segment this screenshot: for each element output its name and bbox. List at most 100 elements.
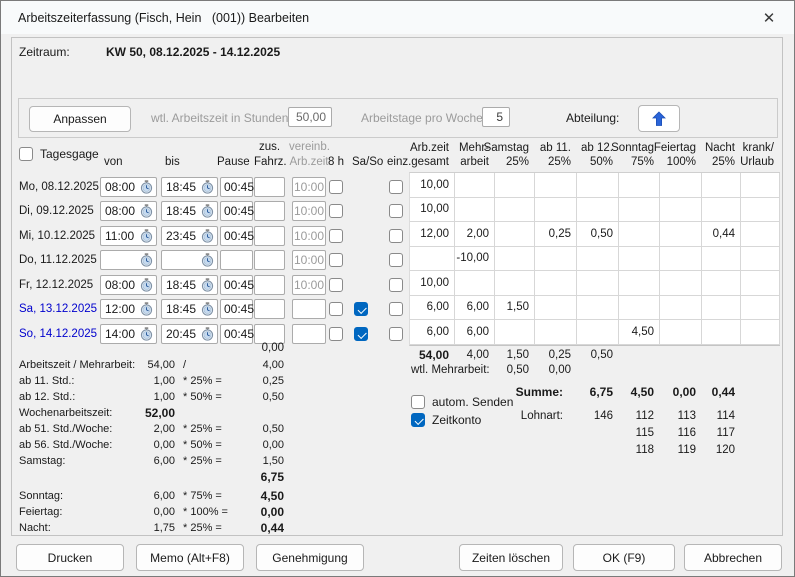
von-input[interactable]: 08:00 xyxy=(100,275,157,295)
table-cell xyxy=(455,197,495,222)
checkbox-8h[interactable] xyxy=(329,302,343,316)
anpassen-button[interactable]: Anpassen xyxy=(29,106,131,132)
close-icon[interactable]: ✕ xyxy=(752,4,786,31)
von-input[interactable] xyxy=(100,250,157,270)
von-value: 14:00 xyxy=(105,327,136,341)
vereinb-input[interactable]: 10:00 xyxy=(292,250,326,270)
vereinb-input[interactable]: 10:00 xyxy=(292,226,326,246)
summary-result: 4,50 xyxy=(260,489,284,503)
checkbox-einz[interactable] xyxy=(389,229,403,243)
total-cell xyxy=(659,347,701,363)
checkbox-einz[interactable] xyxy=(389,278,403,292)
table-cell xyxy=(495,173,535,198)
tagesgage-checkbox-box[interactable] xyxy=(19,147,33,161)
vereinb-input[interactable]: 10:00 xyxy=(292,177,326,197)
abbrechen-button[interactable]: Abbrechen xyxy=(684,544,782,571)
summary-label: ab 56. Std./Woche: xyxy=(19,439,113,451)
stopwatch-icon[interactable] xyxy=(201,229,214,243)
vereinb-input[interactable]: 10:00 xyxy=(292,275,326,295)
vereinb-input[interactable] xyxy=(292,324,326,344)
checkbox-8h[interactable] xyxy=(329,278,343,292)
table-cell xyxy=(535,173,577,198)
pause-input[interactable]: 00:45 xyxy=(220,201,254,221)
bis-input[interactable] xyxy=(161,250,218,270)
wtl-mehrarbeit-label: wtl. Mehrarbeit: xyxy=(411,364,490,376)
table-header: Urlaub xyxy=(740,156,774,168)
pause-input[interactable]: 00:45 xyxy=(220,177,254,197)
fahrz-input[interactable] xyxy=(254,299,285,319)
checkbox-einz[interactable] xyxy=(389,327,403,341)
lohnart-value: 117 xyxy=(716,426,735,439)
stopwatch-icon[interactable] xyxy=(201,327,214,341)
title-bar: Arbeitszeiterfassung (Fisch, Hein (001))… xyxy=(1,1,794,34)
bis-input[interactable]: 23:45 xyxy=(161,226,218,246)
bis-input[interactable]: 20:45 xyxy=(161,324,218,344)
checkbox-8h[interactable] xyxy=(329,327,343,341)
checkbox-einz[interactable] xyxy=(389,204,403,218)
fahrz-input[interactable] xyxy=(254,201,285,221)
pause-input[interactable]: 00:45 xyxy=(220,324,254,344)
column-header-8h: 8 h xyxy=(328,156,344,168)
checkbox-8h[interactable] xyxy=(329,204,343,218)
stopwatch-icon[interactable] xyxy=(140,229,153,243)
memo-button[interactable]: Memo (Alt+F8) xyxy=(136,544,244,571)
pause-input[interactable] xyxy=(220,250,253,270)
von-input[interactable]: 11:00 xyxy=(100,226,157,246)
fahrz-input[interactable] xyxy=(254,226,285,246)
von-input[interactable]: 08:00 xyxy=(100,177,157,197)
stopwatch-icon[interactable] xyxy=(201,180,214,194)
pause-input[interactable]: 00:45 xyxy=(220,299,254,319)
tagesgage-checkbox[interactable]: Tagesgage xyxy=(19,147,99,161)
summary-operator: * 25% = xyxy=(183,375,222,387)
fahrz-input[interactable] xyxy=(254,275,285,295)
checkbox-einz[interactable] xyxy=(389,180,403,194)
table-cell: 10,00 xyxy=(410,197,455,222)
checkbox-saso[interactable] xyxy=(354,302,368,316)
stopwatch-icon[interactable] xyxy=(140,253,153,267)
summary-value: 0,00 xyxy=(153,506,175,518)
drucken-button[interactable]: Drucken xyxy=(16,544,124,571)
bis-input[interactable]: 18:45 xyxy=(161,177,218,197)
fahrz-input[interactable] xyxy=(254,324,285,344)
bis-input[interactable]: 18:45 xyxy=(161,201,218,221)
checkbox-8h[interactable] xyxy=(329,180,343,194)
genehmigung-button[interactable]: Genehmigung xyxy=(256,544,364,571)
workdays-field[interactable]: 5 xyxy=(482,107,510,127)
stopwatch-icon[interactable] xyxy=(140,302,153,316)
table-cell xyxy=(577,320,619,345)
fahrz-input[interactable] xyxy=(254,250,285,270)
table-cell: 0,44 xyxy=(702,222,741,247)
stopwatch-icon[interactable] xyxy=(140,180,153,194)
vereinb-input[interactable] xyxy=(292,299,326,319)
table-cell xyxy=(535,246,577,271)
stopwatch-icon[interactable] xyxy=(201,253,214,267)
tagesgage-label: Tagesgage xyxy=(40,147,99,161)
pause-input[interactable]: 00:45 xyxy=(220,226,254,246)
table-cell: 6,00 xyxy=(410,320,455,345)
checkbox-einz[interactable] xyxy=(389,253,403,267)
stopwatch-icon[interactable] xyxy=(201,302,214,316)
stopwatch-icon[interactable] xyxy=(140,327,153,341)
checkbox-8h[interactable] xyxy=(329,253,343,267)
stopwatch-icon[interactable] xyxy=(140,278,153,292)
von-input[interactable]: 08:00 xyxy=(100,201,157,221)
von-input[interactable]: 14:00 xyxy=(100,324,157,344)
ok-button[interactable]: OK (F9) xyxy=(573,544,675,571)
weekly-hours-field[interactable]: 50,00 xyxy=(288,107,332,127)
bis-input[interactable]: 18:45 xyxy=(161,275,218,295)
day-label: Mo, 08.12.2025 xyxy=(19,181,99,193)
von-input[interactable]: 12:00 xyxy=(100,299,157,319)
zeiten-loeschen-button[interactable]: Zeiten löschen xyxy=(459,544,563,571)
bis-input[interactable]: 18:45 xyxy=(161,299,218,319)
checkbox-8h[interactable] xyxy=(329,229,343,243)
stopwatch-icon[interactable] xyxy=(201,204,214,218)
stopwatch-icon[interactable] xyxy=(140,204,153,218)
pause-input[interactable]: 00:45 xyxy=(220,275,254,295)
summary-operator: * 25% = xyxy=(183,455,222,467)
fahrz-input[interactable] xyxy=(254,177,285,197)
stopwatch-icon[interactable] xyxy=(201,278,214,292)
department-button[interactable] xyxy=(638,105,680,132)
checkbox-saso[interactable] xyxy=(354,327,368,341)
checkbox-einz[interactable] xyxy=(389,302,403,316)
vereinb-input[interactable]: 10:00 xyxy=(292,201,326,221)
